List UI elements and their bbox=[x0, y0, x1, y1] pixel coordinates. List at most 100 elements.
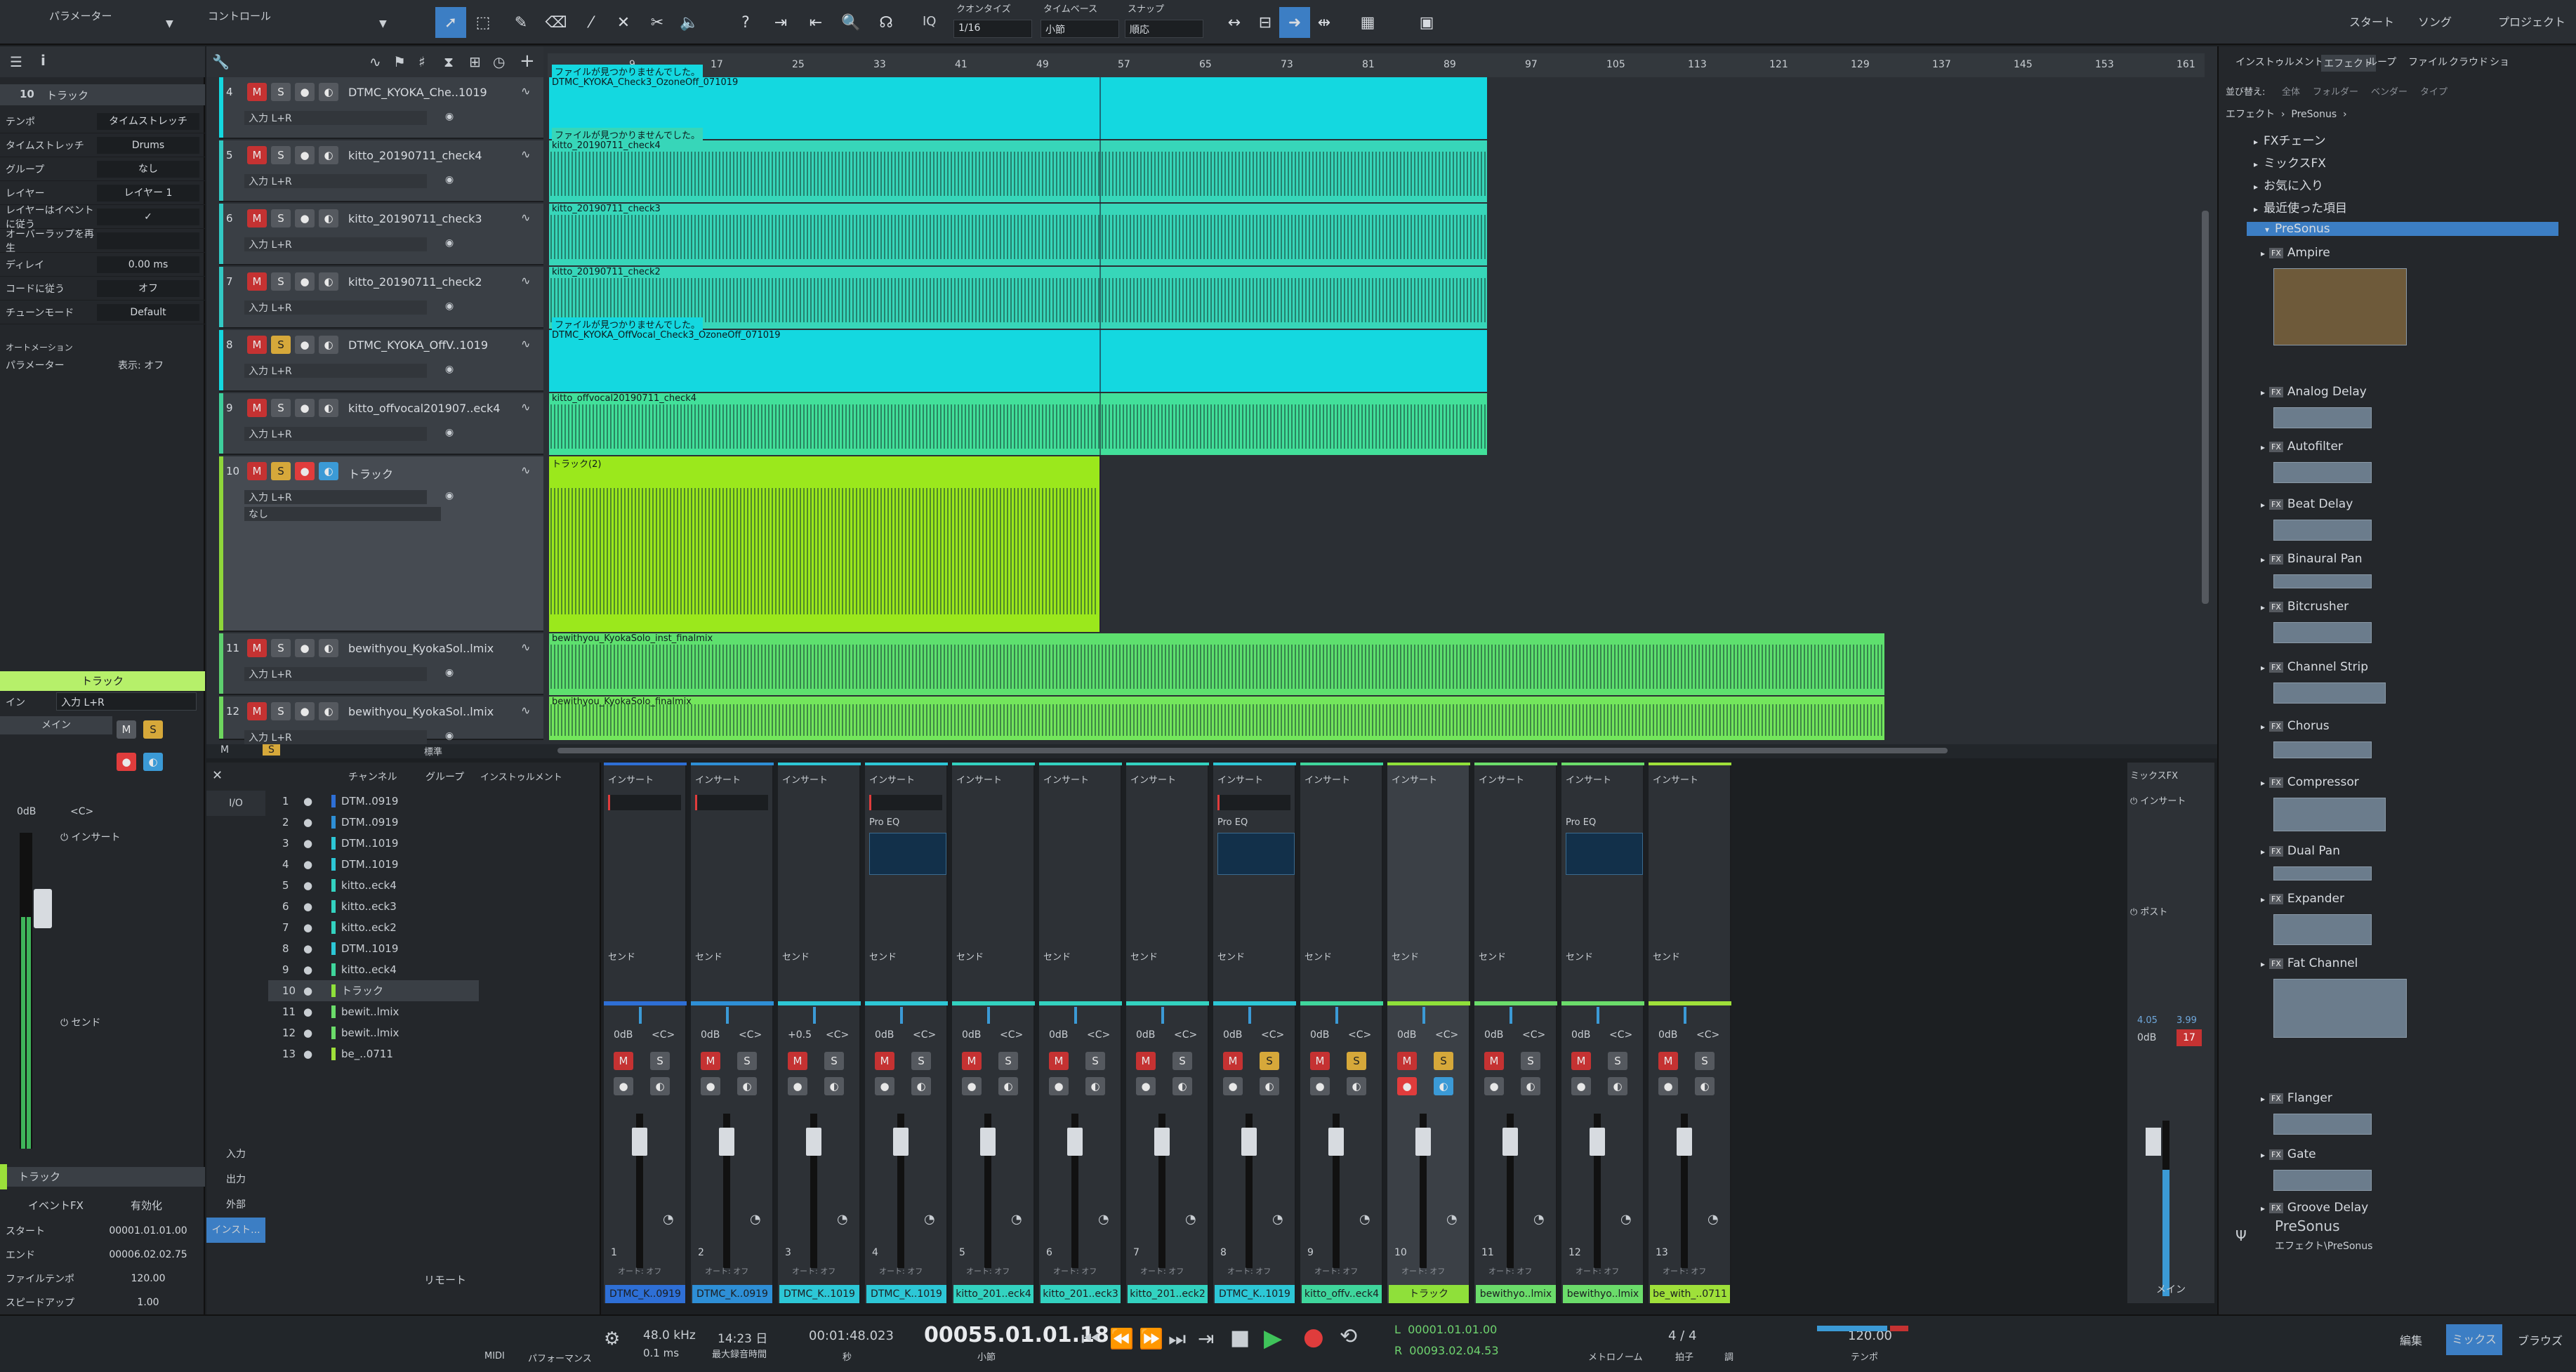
plugin-item[interactable]: ▸ FX Gate bbox=[2261, 1147, 2316, 1161]
settings-gear-icon[interactable]: ⚙ bbox=[604, 1328, 620, 1350]
headphone-icon[interactable]: ☊ bbox=[871, 7, 901, 38]
pan-indicator[interactable] bbox=[1684, 1007, 1686, 1024]
record-button[interactable]: ● bbox=[117, 753, 136, 771]
channel-label[interactable]: kitto_201..eck4 bbox=[953, 1285, 1033, 1303]
channel-label[interactable]: DTMC_K..1019 bbox=[866, 1285, 946, 1303]
plugin-item[interactable]: ▸ FX Dual Pan bbox=[2261, 844, 2340, 858]
automation-mode[interactable]: オート: オフ bbox=[1140, 1265, 1184, 1277]
channel-output-select[interactable]: メイン bbox=[0, 716, 112, 734]
channel-label[interactable]: トラック bbox=[1389, 1285, 1469, 1303]
channel-input-select[interactable]: 入力 L+R bbox=[56, 692, 197, 711]
audio-clip[interactable]: DTMC_KYOKA_OffVocal_Check3_OzoneOff_0710… bbox=[549, 330, 1487, 392]
pan-knob-icon[interactable]: ◔ bbox=[1620, 1212, 1632, 1227]
volume-fader[interactable] bbox=[1677, 1128, 1692, 1156]
timeline-ruler[interactable]: 9172533414957657381899710511312112913714… bbox=[548, 53, 2205, 77]
pan-indicator[interactable] bbox=[1597, 1007, 1599, 1024]
pan-indicator[interactable] bbox=[987, 1007, 990, 1024]
visible-dot-icon[interactable]: ● bbox=[303, 917, 312, 938]
browser-tree-item[interactable]: ▾ PreSonus bbox=[2247, 222, 2558, 236]
mute-button[interactable]: M bbox=[247, 702, 267, 720]
mute-button[interactable]: M bbox=[247, 639, 267, 657]
pan-indicator[interactable] bbox=[639, 1007, 642, 1024]
insert-label[interactable]: インサート bbox=[1566, 772, 1611, 786]
visible-dot-icon[interactable]: ● bbox=[303, 1022, 312, 1043]
track-input-select[interactable]: 入力 L+R bbox=[244, 427, 427, 441]
solo-button[interactable]: S bbox=[1347, 1052, 1366, 1070]
channel-pan[interactable]: <C> bbox=[1435, 1029, 1458, 1041]
channel-label[interactable]: DTMC_K..1019 bbox=[779, 1285, 859, 1303]
record-arm-button[interactable]: ● bbox=[295, 702, 315, 720]
chevron-right-icon[interactable]: ▸ bbox=[2261, 1094, 2265, 1104]
solo-button[interactable]: S bbox=[271, 702, 291, 720]
insert-label[interactable]: インサート bbox=[1653, 772, 1698, 786]
mute-button[interactable]: M bbox=[1484, 1052, 1504, 1070]
automation-mode[interactable]: オート: オフ bbox=[1227, 1265, 1271, 1277]
global-mute[interactable]: M bbox=[220, 744, 229, 756]
record-arm-button[interactable]: ● bbox=[1223, 1077, 1243, 1095]
monitor-button[interactable]: ◐ bbox=[319, 83, 338, 101]
channel-list-item[interactable]: 6 ● kitto..eck3 bbox=[268, 896, 479, 917]
insert-slot[interactable] bbox=[869, 795, 942, 810]
solo-button[interactable]: S bbox=[1521, 1052, 1540, 1070]
channel-pan[interactable]: <C> bbox=[1000, 1029, 1023, 1041]
mute-button[interactable]: M bbox=[247, 83, 267, 101]
volume-fader[interactable] bbox=[1154, 1128, 1170, 1156]
event-row-value[interactable]: 00006.02.02.75 bbox=[97, 1249, 199, 1260]
return-to-zero-icon[interactable]: ⏮ bbox=[1081, 1327, 1099, 1351]
track-header[interactable]: 8 M S ● ◐ DTMC_KYOKA_OffV..1019 ∿ 入力 L+R ◉ bbox=[219, 330, 543, 392]
monitor-button[interactable]: ◐ bbox=[1260, 1077, 1279, 1095]
grid-icon[interactable]: ▦ bbox=[1352, 7, 1383, 38]
browse-tab[interactable]: ブラウズ bbox=[2518, 1331, 2563, 1348]
pro-eq-label[interactable]: Pro EQ bbox=[1566, 817, 1596, 828]
track-name[interactable]: kitto_offvocal201907..eck4 bbox=[348, 402, 501, 415]
toggle-icon[interactable]: ◉ bbox=[445, 111, 454, 122]
tempo-icon[interactable]: ⧗ bbox=[444, 53, 454, 70]
pan-indicator[interactable] bbox=[900, 1007, 903, 1024]
automation-icon[interactable]: ∿ bbox=[521, 463, 530, 477]
channel-pan[interactable]: <C> bbox=[826, 1029, 849, 1041]
insert-label[interactable]: インサート bbox=[1043, 772, 1089, 786]
visible-dot-icon[interactable]: ● bbox=[303, 1001, 312, 1022]
insert-label[interactable]: インサート bbox=[1130, 772, 1176, 786]
mute-button[interactable]: M bbox=[1571, 1052, 1591, 1070]
insert-slot[interactable] bbox=[1217, 795, 1290, 810]
volume-fader[interactable] bbox=[806, 1128, 821, 1156]
pan-knob-icon[interactable]: ◔ bbox=[750, 1212, 761, 1227]
record-arm-button[interactable]: ● bbox=[962, 1077, 982, 1095]
visible-dot-icon[interactable]: ● bbox=[303, 1043, 312, 1064]
send-label[interactable]: センド bbox=[1304, 949, 1332, 963]
pan-indicator[interactable] bbox=[1248, 1007, 1251, 1024]
channel-list-item[interactable]: 3 ● DTM..1019 bbox=[268, 833, 479, 854]
snap-select[interactable]: 順応 bbox=[1125, 20, 1203, 38]
instruments-tab[interactable]: インストゥルメント bbox=[480, 770, 562, 783]
channel-label[interactable]: DTMC_K..0919 bbox=[692, 1285, 772, 1303]
arranger-icon[interactable]: ⊞ bbox=[469, 53, 481, 70]
record-arm-button[interactable]: ● bbox=[1397, 1077, 1417, 1095]
mix-tab[interactable]: ミックス bbox=[2446, 1324, 2502, 1355]
loop-right[interactable]: R 00093.02.04.53 bbox=[1394, 1344, 1499, 1357]
channel-pan[interactable]: <C> bbox=[1174, 1029, 1197, 1041]
solo-button[interactable]: S bbox=[1695, 1052, 1715, 1070]
channel-list-item[interactable]: 1 ● DTM..0919 bbox=[268, 791, 479, 812]
monitor-button[interactable]: ◐ bbox=[1347, 1077, 1366, 1095]
monitor-button[interactable]: ◐ bbox=[319, 272, 338, 291]
metronome-label[interactable]: メトロノーム bbox=[1588, 1350, 1643, 1363]
channel-list-item[interactable]: 9 ● kitto..eck4 bbox=[268, 959, 479, 980]
event-fx-toggle[interactable]: 有効化 bbox=[131, 1198, 162, 1213]
automation-mode[interactable]: オート: オフ bbox=[1663, 1265, 1706, 1277]
sort-option[interactable]: フォルダー bbox=[2313, 87, 2358, 98]
quantize-select[interactable]: 1/16 bbox=[953, 20, 1032, 38]
mute-button[interactable]: M bbox=[247, 336, 267, 354]
automation-mode[interactable]: オート: オフ bbox=[618, 1265, 661, 1277]
visible-dot-icon[interactable]: ● bbox=[303, 812, 312, 833]
visible-dot-icon[interactable]: ● bbox=[303, 980, 312, 1001]
track-header[interactable]: 9 M S ● ◐ kitto_offvocal201907..eck4 ∿ 入力 L+R ◉ bbox=[219, 393, 543, 455]
channel-pan[interactable]: <C> bbox=[1522, 1029, 1545, 1041]
paint-tool-icon[interactable]: ⁄ bbox=[576, 7, 607, 38]
plugin-item[interactable]: ▸ FX Fat Channel bbox=[2261, 956, 2358, 970]
record-arm-button[interactable]: ● bbox=[614, 1077, 633, 1095]
mute-button[interactable]: M bbox=[247, 146, 267, 164]
record-arm-button[interactable]: ● bbox=[295, 336, 315, 354]
mute-button[interactable]: M bbox=[1658, 1052, 1678, 1070]
view-mode-select[interactable]: 標準 bbox=[424, 744, 442, 758]
